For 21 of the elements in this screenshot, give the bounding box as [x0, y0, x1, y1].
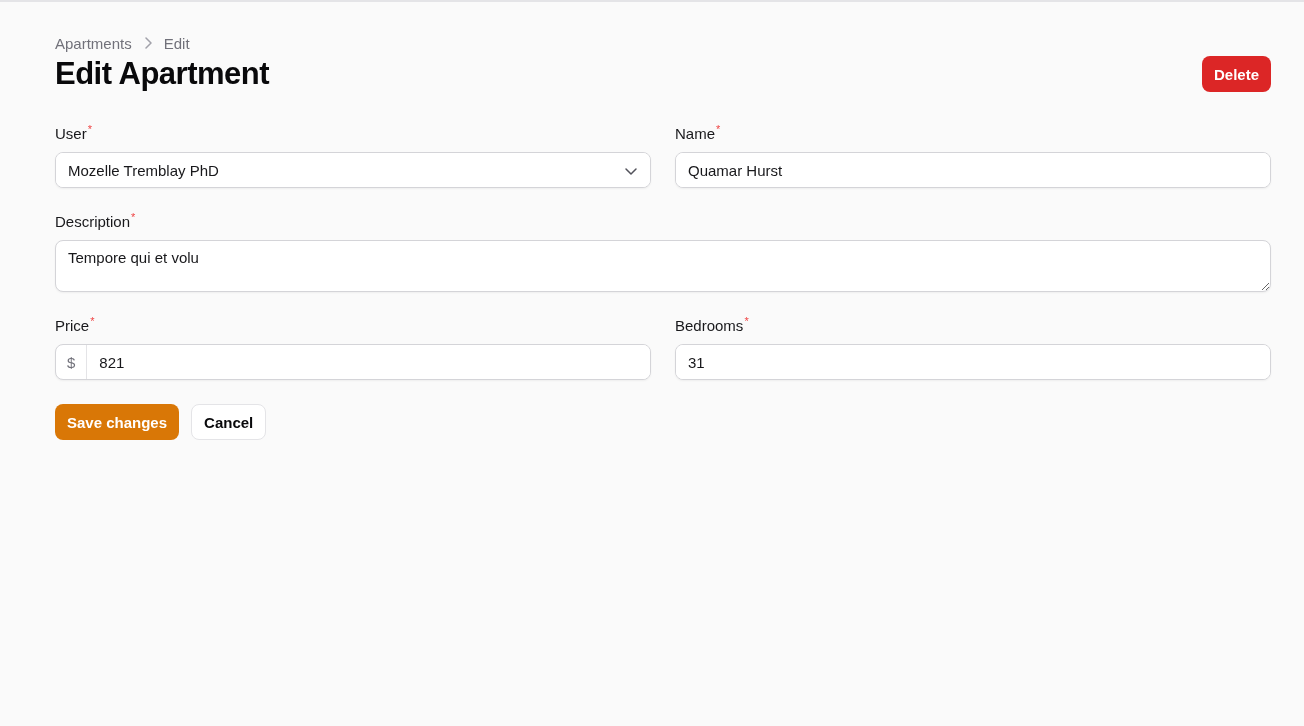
field-label: Bedrooms: [675, 316, 744, 336]
required-mark: *: [87, 124, 92, 135]
text-area[interactable]: Tempore qui et volu: [55, 240, 1271, 292]
input-field[interactable]: 31: [675, 344, 1271, 380]
field-label: Price: [55, 316, 90, 336]
chevron-right-icon: [143, 37, 152, 49]
cancel-button[interactable]: Cancel: [191, 404, 267, 440]
page-title: Edit Apartment: [55, 56, 270, 92]
breadcrumb-link[interactable]: Apartments: [55, 34, 132, 52]
required-mark: *: [744, 316, 749, 327]
input-field[interactable]: $ 821: [55, 344, 651, 380]
breadcrumb-link[interactable]: Edit: [163, 34, 190, 52]
field-label: Name: [675, 124, 715, 144]
field-label: Description: [55, 212, 131, 232]
required-mark: *: [90, 316, 95, 327]
field-label: User: [55, 124, 87, 144]
required-mark: *: [131, 212, 136, 223]
user-select[interactable]: Mozelle Tremblay PhD: [55, 152, 651, 188]
input-field[interactable]: Quamar Hurst: [675, 152, 1271, 188]
required-mark: *: [716, 124, 721, 135]
delete-button[interactable]: Delete: [1201, 56, 1271, 92]
